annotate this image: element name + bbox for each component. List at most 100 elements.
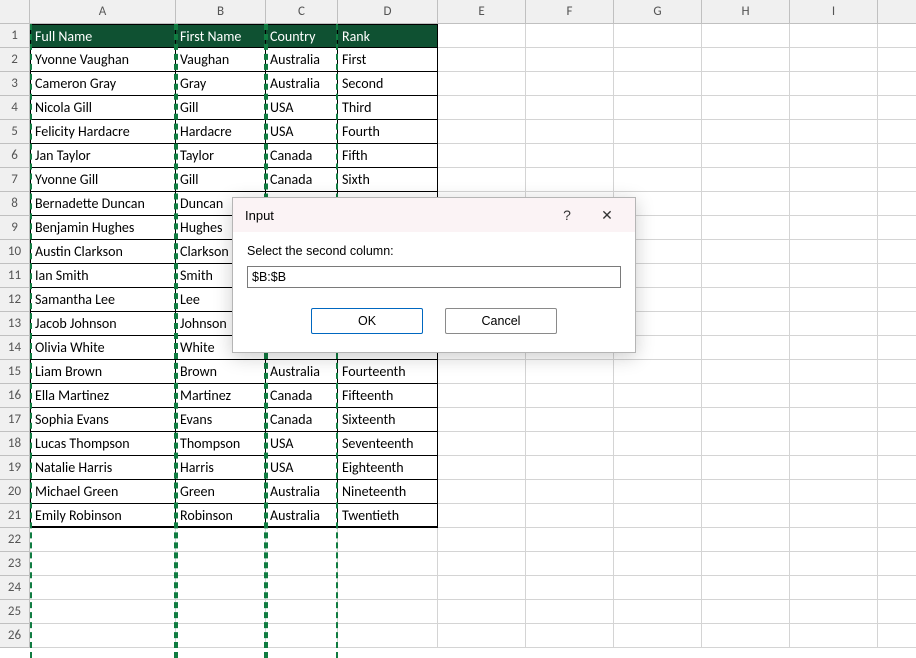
cell-I26[interactable]	[790, 624, 878, 648]
cell-B7[interactable]: Gill	[176, 168, 266, 192]
cell-F25[interactable]	[526, 600, 614, 624]
cell-C23[interactable]	[266, 552, 338, 576]
cell-H4[interactable]	[702, 96, 790, 120]
cell-B21[interactable]: Robinson	[176, 504, 266, 528]
cell-J23[interactable]	[878, 552, 916, 576]
cell-A18[interactable]: Lucas Thompson	[30, 432, 176, 456]
cell-A14[interactable]: Olivia White	[30, 336, 176, 360]
cell-H12[interactable]	[702, 288, 790, 312]
cell-D22[interactable]	[338, 528, 438, 552]
cell-J22[interactable]	[878, 528, 916, 552]
cell-H11[interactable]	[702, 264, 790, 288]
cell-G26[interactable]	[614, 624, 702, 648]
cell-A21[interactable]: Emily Robinson	[30, 504, 176, 528]
row-header-24[interactable]: 24	[0, 576, 30, 600]
cell-I10[interactable]	[790, 240, 878, 264]
cell-I8[interactable]	[790, 192, 878, 216]
cell-C6[interactable]: Canada	[266, 144, 338, 168]
cell-H10[interactable]	[702, 240, 790, 264]
row-header-19[interactable]: 19	[0, 456, 30, 480]
cell-G25[interactable]	[614, 600, 702, 624]
cell-J19[interactable]	[878, 456, 916, 480]
cell-E23[interactable]	[438, 552, 526, 576]
cell-F6[interactable]	[526, 144, 614, 168]
cell-G18[interactable]	[614, 432, 702, 456]
cell-E4[interactable]	[438, 96, 526, 120]
cell-D25[interactable]	[338, 600, 438, 624]
row-header-15[interactable]: 15	[0, 360, 30, 384]
row-header-23[interactable]: 23	[0, 552, 30, 576]
cell-J2[interactable]	[878, 48, 916, 72]
cell-G19[interactable]	[614, 456, 702, 480]
cell-A7[interactable]: Yvonne Gill	[30, 168, 176, 192]
cell-I21[interactable]	[790, 504, 878, 528]
cell-B4[interactable]: Gill	[176, 96, 266, 120]
cell-D23[interactable]	[338, 552, 438, 576]
cell-B22[interactable]	[176, 528, 266, 552]
row-header-18[interactable]: 18	[0, 432, 30, 456]
cell-I17[interactable]	[790, 408, 878, 432]
row-header-21[interactable]: 21	[0, 504, 30, 528]
cell-I22[interactable]	[790, 528, 878, 552]
cell-D5[interactable]: Fourth	[338, 120, 438, 144]
cell-G1[interactable]	[614, 24, 702, 48]
cell-D2[interactable]: First	[338, 48, 438, 72]
cell-C26[interactable]	[266, 624, 338, 648]
cell-A19[interactable]: Natalie Harris	[30, 456, 176, 480]
cell-G5[interactable]	[614, 120, 702, 144]
cell-D17[interactable]: Sixteenth	[338, 408, 438, 432]
cell-H20[interactable]	[702, 480, 790, 504]
row-header-7[interactable]: 7	[0, 168, 30, 192]
col-header-B[interactable]: B	[176, 0, 266, 24]
ok-button[interactable]: OK	[311, 308, 423, 334]
col-header-D[interactable]: D	[338, 0, 438, 24]
cell-D16[interactable]: Fifteenth	[338, 384, 438, 408]
cell-I5[interactable]	[790, 120, 878, 144]
cell-B16[interactable]: Martinez	[176, 384, 266, 408]
cell-I13[interactable]	[790, 312, 878, 336]
cell-J10[interactable]	[878, 240, 916, 264]
row-header-22[interactable]: 22	[0, 528, 30, 552]
cell-J14[interactable]	[878, 336, 916, 360]
cell-F24[interactable]	[526, 576, 614, 600]
cell-D4[interactable]: Third	[338, 96, 438, 120]
cell-J6[interactable]	[878, 144, 916, 168]
cell-D3[interactable]: Second	[338, 72, 438, 96]
cell-D7[interactable]: Sixth	[338, 168, 438, 192]
cell-B2[interactable]: Vaughan	[176, 48, 266, 72]
cell-B3[interactable]: Gray	[176, 72, 266, 96]
cell-H3[interactable]	[702, 72, 790, 96]
cell-F23[interactable]	[526, 552, 614, 576]
cell-D19[interactable]: Eighteenth	[338, 456, 438, 480]
cell-D15[interactable]: Fourteenth	[338, 360, 438, 384]
cell-D6[interactable]: Fifth	[338, 144, 438, 168]
cell-H26[interactable]	[702, 624, 790, 648]
cell-A3[interactable]: Cameron Gray	[30, 72, 176, 96]
col-header-I[interactable]: I	[790, 0, 878, 24]
cell-G15[interactable]	[614, 360, 702, 384]
cell-I2[interactable]	[790, 48, 878, 72]
cell-E15[interactable]	[438, 360, 526, 384]
cell-B15[interactable]: Brown	[176, 360, 266, 384]
col-header-A[interactable]: A	[30, 0, 176, 24]
cell-H23[interactable]	[702, 552, 790, 576]
cancel-button[interactable]: Cancel	[445, 308, 557, 334]
cell-I1[interactable]	[790, 24, 878, 48]
cell-H7[interactable]	[702, 168, 790, 192]
cell-B1[interactable]: First Name	[176, 24, 266, 48]
cell-I18[interactable]	[790, 432, 878, 456]
cell-J26[interactable]	[878, 624, 916, 648]
select-all-corner[interactable]	[0, 0, 30, 24]
cell-J24[interactable]	[878, 576, 916, 600]
cell-E3[interactable]	[438, 72, 526, 96]
cell-E24[interactable]	[438, 576, 526, 600]
cell-H16[interactable]	[702, 384, 790, 408]
cell-H21[interactable]	[702, 504, 790, 528]
cell-H25[interactable]	[702, 600, 790, 624]
cell-B23[interactable]	[176, 552, 266, 576]
row-header-3[interactable]: 3	[0, 72, 30, 96]
cell-D20[interactable]: Nineteenth	[338, 480, 438, 504]
row-header-13[interactable]: 13	[0, 312, 30, 336]
row-header-9[interactable]: 9	[0, 216, 30, 240]
cell-E18[interactable]	[438, 432, 526, 456]
